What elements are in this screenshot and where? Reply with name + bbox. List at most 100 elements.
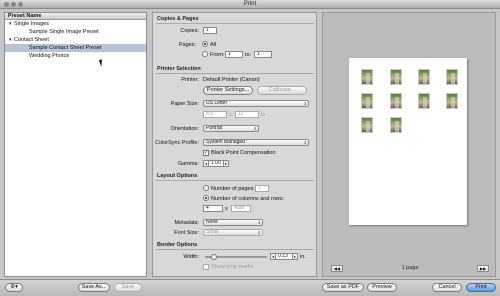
paper-width-field[interactable]: 8.5 bbox=[203, 111, 227, 118]
border-width-slider-knob[interactable] bbox=[210, 254, 217, 260]
rows-field[interactable]: Auto bbox=[231, 205, 251, 212]
border-width-slider[interactable] bbox=[205, 254, 267, 260]
num-pages-radio[interactable] bbox=[203, 185, 209, 191]
preset-item-wedding-photos[interactable]: Wedding Photos bbox=[5, 52, 146, 60]
photo-thumbnail bbox=[418, 69, 430, 85]
printer-label: Printer: bbox=[181, 77, 199, 83]
gamma-increase-icon[interactable]: ▸ bbox=[223, 160, 229, 167]
print-button[interactable]: Print bbox=[466, 283, 496, 292]
font-size-popup[interactable]: Small ⇕ bbox=[203, 229, 263, 236]
popup-arrows-icon: ⇕ bbox=[257, 230, 261, 235]
photo-thumbnail bbox=[361, 93, 373, 109]
close-window-icon[interactable] bbox=[4, 2, 9, 7]
popup-arrows-icon: ⇕ bbox=[257, 220, 261, 225]
page-preview bbox=[349, 58, 467, 225]
black-point-label: Black Point Compensation bbox=[211, 150, 276, 156]
preset-group-label: Single Images bbox=[14, 21, 49, 27]
disclosure-triangle-icon[interactable]: ▼ bbox=[8, 20, 12, 28]
next-page-button[interactable]: ▶▶ bbox=[477, 265, 489, 272]
section-copies-pages: Copies & Pages bbox=[157, 16, 199, 22]
photo-thumbnail bbox=[418, 93, 430, 109]
colorsync-label: ColorSync Profile: bbox=[154, 140, 199, 146]
title-bar: Print bbox=[0, 0, 500, 9]
orientation-popup[interactable]: Portrait ⇕ bbox=[203, 125, 259, 132]
border-unit-label: in. bbox=[300, 254, 306, 260]
gear-menu-icon[interactable]: ⚙▾ bbox=[5, 283, 23, 292]
font-size-value: Small bbox=[206, 229, 219, 235]
colorsync-popup[interactable]: System Managed ⇕ bbox=[203, 139, 309, 146]
popup-arrows-icon: ⇕ bbox=[253, 126, 257, 131]
preset-item-sample-contact-sheet[interactable]: Sample Contact Sheet Preset bbox=[5, 44, 146, 52]
columns-field[interactable]: 4 bbox=[203, 205, 223, 212]
section-border-options: Border Options bbox=[157, 242, 198, 248]
gamma-field[interactable]: 1.00 bbox=[208, 160, 224, 167]
preset-item-sample-single-image[interactable]: Sample Single Image Preset bbox=[5, 28, 146, 36]
pages-all-label: All bbox=[210, 42, 217, 48]
copies-field[interactable]: 1 bbox=[203, 27, 217, 34]
orientation-label: Orientation: bbox=[170, 126, 199, 132]
cols-rows-radio[interactable] bbox=[203, 195, 209, 201]
photo-thumbnail bbox=[446, 93, 458, 109]
pages-all-radio[interactable] bbox=[202, 41, 208, 47]
divider bbox=[156, 73, 314, 74]
gamma-label: Gamma: bbox=[177, 161, 199, 167]
paper-height-field[interactable]: 11 bbox=[235, 111, 259, 118]
black-point-checkbox[interactable]: ✓ bbox=[203, 150, 209, 156]
pages-to-field[interactable]: 1 bbox=[254, 51, 272, 58]
section-layout-options: Layout Options bbox=[157, 173, 198, 179]
preset-item-label: Sample Single Image Preset bbox=[29, 29, 99, 35]
num-pages-label: Number of pages: bbox=[211, 186, 255, 192]
preview-button[interactable]: Preview bbox=[367, 283, 397, 292]
minimize-window-icon[interactable] bbox=[11, 2, 16, 7]
preset-group-label: Contact Sheet bbox=[14, 37, 49, 43]
zoom-window-icon[interactable] bbox=[18, 2, 23, 7]
cols-rows-x-label: x bbox=[225, 206, 228, 212]
window-controls bbox=[4, 2, 25, 11]
bottom-bar: ⚙▾ Save As... Save Save as PDF Preview C… bbox=[0, 279, 500, 296]
photo-thumbnail bbox=[361, 117, 373, 133]
preset-list: Preset Name ▼ Single Images Sample Singl… bbox=[4, 12, 147, 277]
page-count: 1 page bbox=[401, 265, 419, 271]
popup-arrows-icon: ⇕ bbox=[303, 140, 307, 145]
save-as-pdf-button[interactable]: Save as PDF bbox=[322, 283, 364, 292]
pages-from-label: From: bbox=[210, 52, 225, 58]
paper-size-value: US Letter bbox=[206, 100, 228, 106]
metadata-label: Metadata: bbox=[174, 220, 199, 226]
preset-item-label: Sample Contact Sheet Preset bbox=[29, 45, 102, 51]
printer-settings-button[interactable]: Printer Settings... bbox=[203, 86, 253, 95]
photo-thumbnail bbox=[390, 69, 402, 85]
preset-group-single-images[interactable]: ▼ Single Images bbox=[5, 20, 146, 28]
divider bbox=[156, 180, 314, 181]
save-as-button[interactable]: Save As... bbox=[78, 283, 110, 292]
border-width-field[interactable]: 0.13 bbox=[275, 253, 293, 260]
metadata-popup[interactable]: None ⇕ bbox=[203, 219, 263, 226]
disclosure-triangle-icon[interactable]: ▼ bbox=[8, 36, 12, 44]
pages-from-radio[interactable] bbox=[202, 51, 208, 57]
preset-group-contact-sheet[interactable]: ▼ Contact Sheet bbox=[5, 36, 146, 44]
border-increase-icon[interactable]: ▸ bbox=[292, 253, 298, 260]
cols-rows-label: Number of columns and rows: bbox=[211, 196, 285, 202]
paper-size-label: Paper Size: bbox=[170, 101, 199, 107]
print-window: Print Preset Name ▼ Single Images Sample… bbox=[0, 0, 500, 296]
photo-thumbnail bbox=[361, 69, 373, 85]
divider bbox=[156, 249, 314, 250]
photo-thumbnail bbox=[390, 93, 402, 109]
save-button[interactable]: Save bbox=[114, 283, 142, 292]
cancel-button[interactable]: Cancel bbox=[432, 283, 462, 292]
calibrate-button[interactable]: Calibrate... bbox=[257, 86, 307, 95]
border-width-label: Width: bbox=[183, 254, 199, 260]
paper-unit-label: in bbox=[261, 112, 266, 118]
font-size-label: Font Size: bbox=[174, 230, 199, 236]
crop-marks-label: Show crop marks bbox=[211, 264, 254, 270]
crop-marks-checkbox[interactable] bbox=[203, 264, 209, 270]
pages-label: Pages: bbox=[178, 42, 196, 48]
printer-name: Default Printer (Canon) bbox=[203, 77, 260, 83]
paper-size-popup[interactable]: US Letter ⇕ bbox=[203, 100, 309, 107]
copies-label: Copies: bbox=[180, 28, 199, 34]
orientation-value: Portrait bbox=[206, 125, 223, 131]
pages-from-field[interactable]: 1 bbox=[225, 51, 243, 58]
preset-list-header: Preset Name bbox=[5, 13, 146, 20]
photo-thumbnail bbox=[446, 69, 458, 85]
num-pages-field[interactable]: 1 bbox=[255, 185, 269, 192]
preview-pane: ◀◀ 1 page ▶▶ bbox=[322, 12, 496, 277]
